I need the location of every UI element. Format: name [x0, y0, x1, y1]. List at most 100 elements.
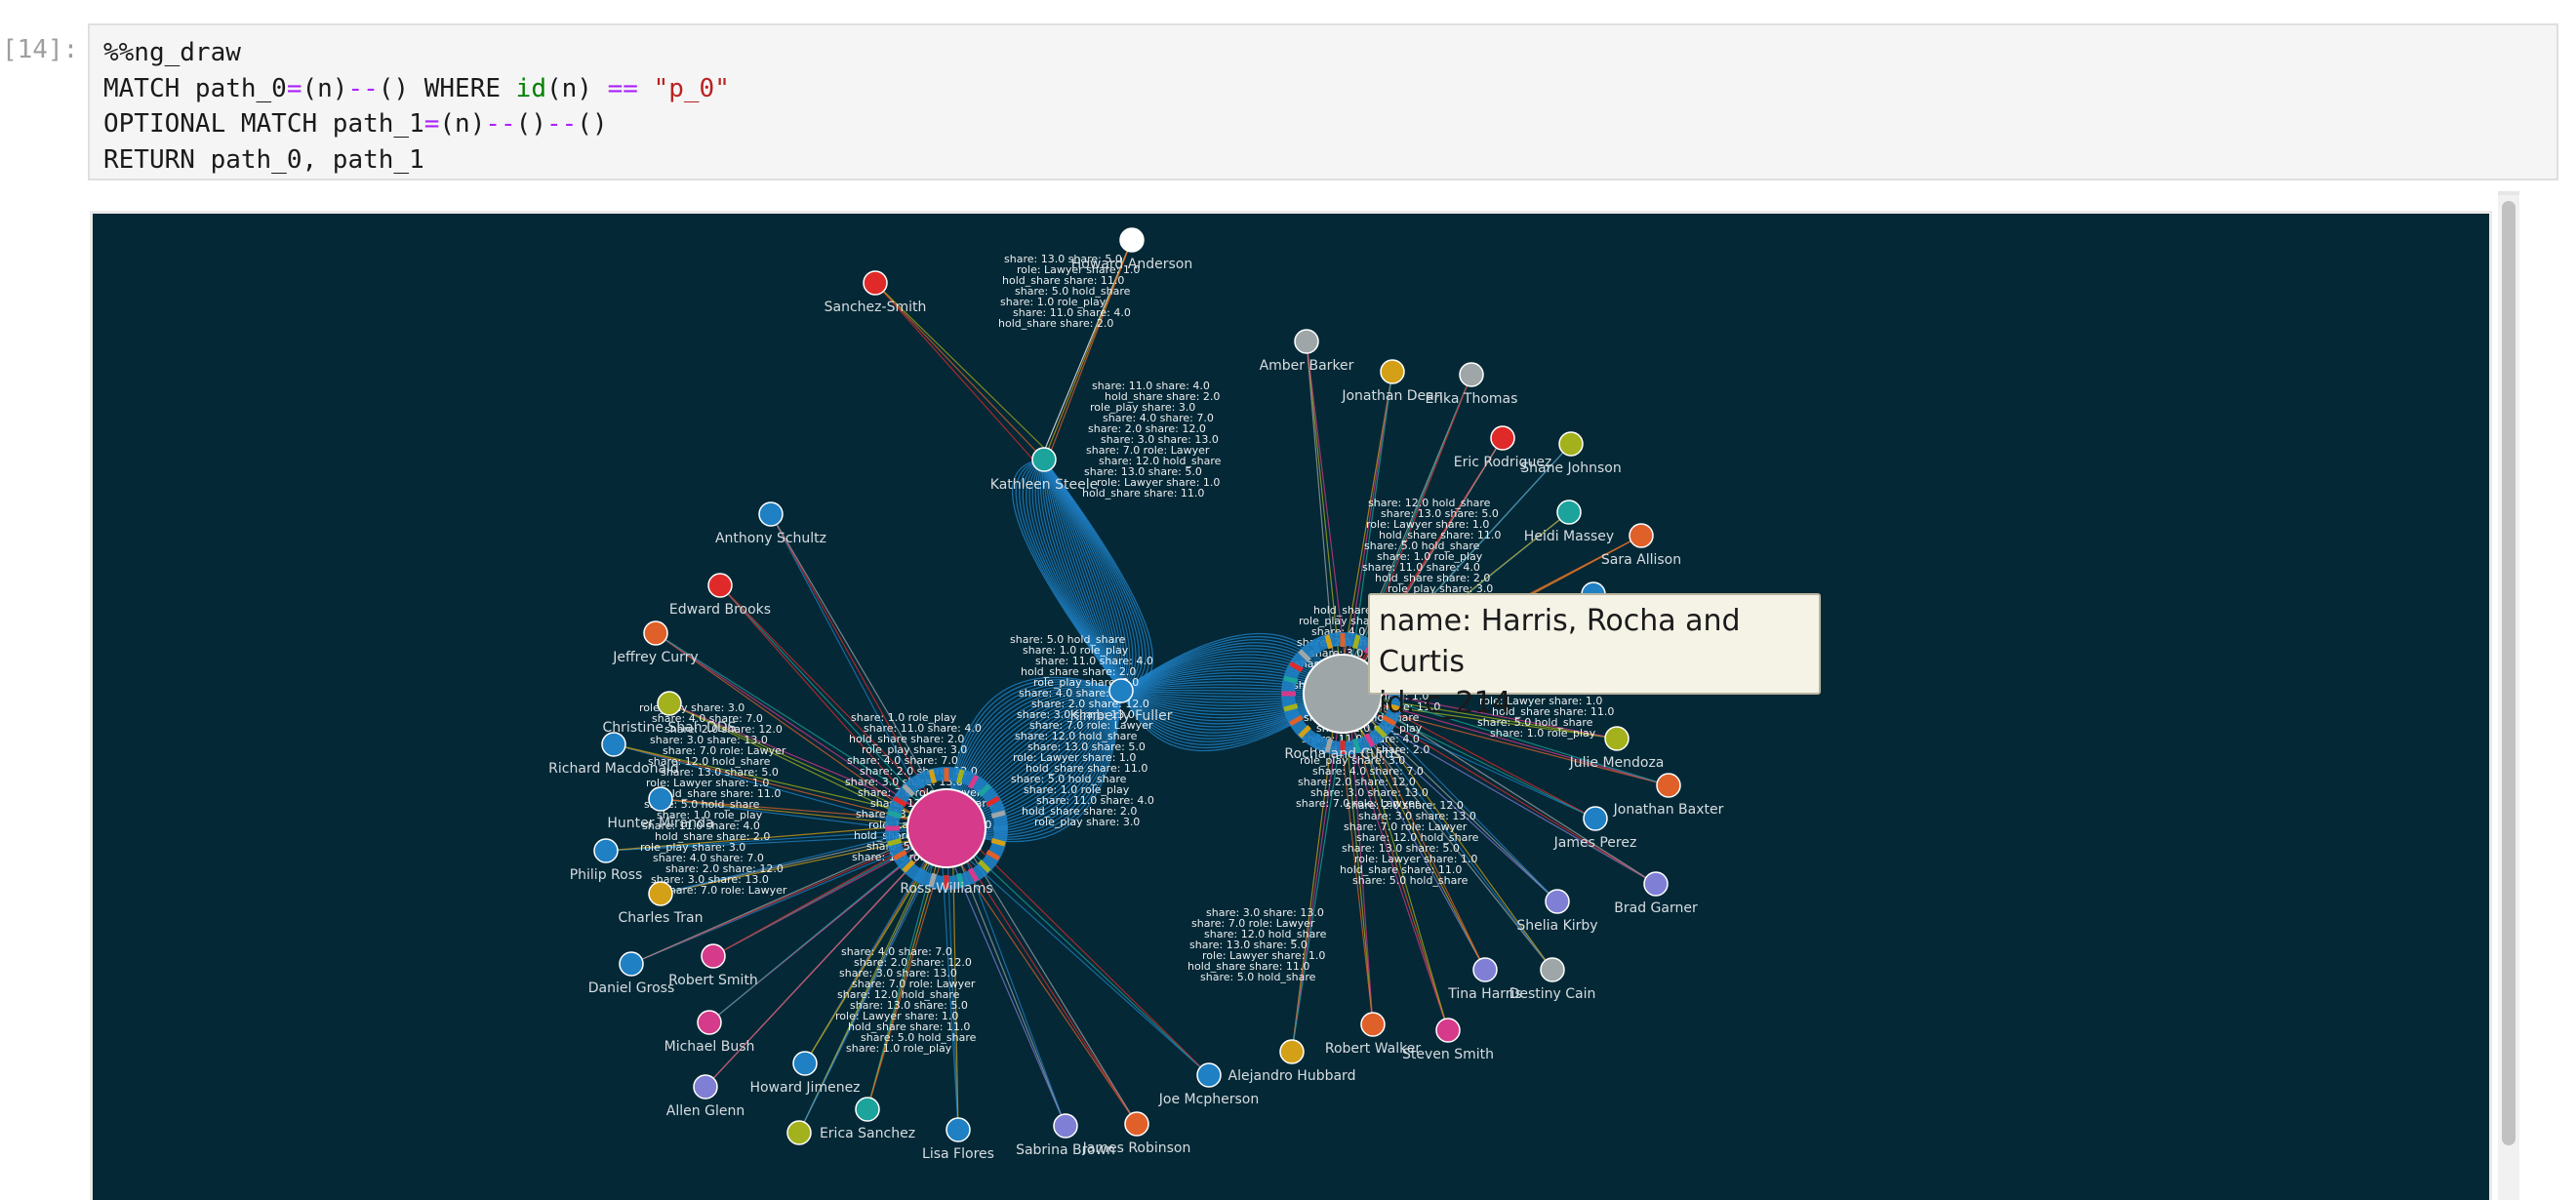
graph-node[interactable] [792, 1051, 818, 1076]
node-label: Joe Mcpherson [1158, 1092, 1259, 1107]
graph-node[interactable] [648, 881, 673, 906]
hub-ring-segment [887, 810, 903, 819]
graph-node[interactable] [693, 1074, 718, 1100]
hub-ring-segment [956, 769, 965, 784]
hub-ring-segment [928, 769, 937, 784]
graph-node[interactable] [1556, 500, 1582, 525]
node-label: Sanchez-Smith [825, 300, 927, 315]
hub-ring-segment [1283, 675, 1299, 684]
code-token: = [423, 109, 440, 139]
graph-node[interactable] [1119, 227, 1145, 253]
edge-label: share: 5.0 hold_share [1352, 874, 1469, 887]
code-token: (n) [439, 109, 486, 139]
graph-node[interactable] [648, 786, 673, 812]
hub-node[interactable] [1108, 678, 1134, 703]
graph-svg[interactable]: share: 5.0 hold_share share: 1.0 role_pla… [93, 214, 2489, 1200]
node-label: Howard Anderson [1071, 257, 1192, 272]
graph-node[interactable] [1435, 1018, 1461, 1043]
graph-node[interactable] [946, 1117, 971, 1142]
node-label: Shane Johnson [1520, 460, 1621, 476]
node-label: Christine Shah DDS [602, 720, 736, 736]
graph-node[interactable] [1583, 806, 1608, 831]
graph-node[interactable] [707, 573, 733, 598]
cell-prompt: [14]: [2, 35, 79, 64]
code-line-1: %%ng_draw [103, 38, 241, 67]
edge-label: hold_share share: 11.0 [1082, 487, 1204, 500]
graph-node[interactable] [1279, 1039, 1305, 1064]
edge-label: hold_share share: 2.0 [998, 317, 1113, 330]
graph-node[interactable] [1629, 523, 1654, 548]
graph-node[interactable] [1196, 1062, 1222, 1088]
graph-node[interactable] [701, 943, 726, 969]
hub-label: Ross-Williams [900, 881, 992, 897]
node-label: Anthony Schultz [715, 531, 826, 546]
code-line-3: OPTIONAL MATCH path_1=(n)--()--() [103, 109, 608, 139]
scrollbar-thumb[interactable] [2502, 201, 2516, 1145]
graph-node[interactable] [643, 620, 668, 646]
magic-command: %%ng_draw [103, 38, 241, 67]
graph-node[interactable] [593, 838, 619, 863]
graph-node[interactable] [1124, 1111, 1149, 1137]
code-token: id [515, 73, 546, 103]
hub-node[interactable] [906, 788, 986, 868]
graph-node[interactable] [786, 1120, 812, 1145]
edge-label: role_play share: 3.0 [1034, 816, 1140, 828]
graph-node[interactable] [855, 1097, 880, 1122]
node-label: Alejandro Hubbard [1228, 1068, 1356, 1084]
code-token: (n) [545, 73, 608, 103]
graph-node[interactable] [601, 732, 626, 757]
hub-label: Rocha and Curtis [1284, 746, 1400, 762]
graph-node[interactable] [1360, 1012, 1386, 1037]
code-token: -- [347, 73, 379, 103]
graph-node[interactable] [1604, 726, 1630, 751]
graph-node[interactable] [619, 951, 644, 977]
code-token: () WHERE [378, 73, 516, 103]
graph-node[interactable] [1380, 359, 1405, 384]
hub-ring-segment [990, 810, 1006, 819]
node-label: Tina Harris [1447, 986, 1521, 1002]
hub-node[interactable] [1031, 447, 1057, 472]
node-label: Hunter Miranda [607, 816, 713, 831]
graph-node[interactable] [1053, 1113, 1078, 1139]
code-cell[interactable]: %%ng_draw MATCH path_0=(n)--() WHERE id(… [88, 23, 2558, 180]
code-editor[interactable]: %%ng_draw MATCH path_0=(n)--() WHERE id(… [103, 35, 730, 178]
node-label: Shelia Kirby [1516, 918, 1597, 934]
node-label: Sara Allison [1601, 552, 1681, 568]
graph-node[interactable] [1545, 889, 1570, 914]
hub-label: Kimberly Fuller [1070, 708, 1173, 724]
node-label: Erika Thomas [1426, 391, 1518, 407]
graph-node[interactable] [1294, 329, 1319, 354]
node-label: Daniel Gross [588, 980, 675, 996]
graph-edge [951, 821, 1067, 1127]
graph-canvas[interactable]: share: 5.0 hold_share share: 1.0 role_pla… [93, 214, 2489, 1200]
graph-node[interactable] [1540, 957, 1565, 982]
graph-node[interactable] [697, 1010, 722, 1035]
node-label: Michael Bush [664, 1039, 755, 1055]
hub-label: Kathleen Steele [990, 477, 1098, 493]
tooltip-id: id: c_214 [1379, 686, 1511, 720]
hub-ring-segment [1324, 634, 1333, 650]
code-token: RETURN path_0, path_1 [103, 144, 424, 175]
graph-node[interactable] [1472, 957, 1498, 982]
graph-node[interactable] [758, 501, 784, 527]
node-label: Robert Smith [668, 973, 758, 988]
node-label: Charles Tran [619, 910, 704, 926]
code-token: = [286, 73, 302, 103]
graph-node[interactable] [1643, 871, 1669, 897]
edge-label: share: 7.0 role: Lawyer [664, 884, 787, 897]
graph-node[interactable] [657, 691, 682, 716]
edge-label: share: 1.0 role_play [846, 1042, 952, 1055]
graph-node[interactable] [1558, 431, 1584, 457]
node-label: Jonathan Baxter [1613, 802, 1724, 818]
output-scrollbar[interactable] [2498, 195, 2519, 1200]
code-line-2: MATCH path_0=(n)--() WHERE id(n) == "p_0… [103, 74, 730, 103]
code-token: -- [545, 109, 578, 139]
code-token: "p_0" [653, 73, 730, 103]
graph-node[interactable] [1490, 425, 1515, 451]
code-token: () [577, 109, 608, 139]
graph-node[interactable] [863, 270, 888, 296]
node-label: Howard Jimenez [749, 1080, 860, 1096]
graph-node[interactable] [1656, 773, 1681, 798]
graph-node[interactable] [1459, 362, 1484, 387]
